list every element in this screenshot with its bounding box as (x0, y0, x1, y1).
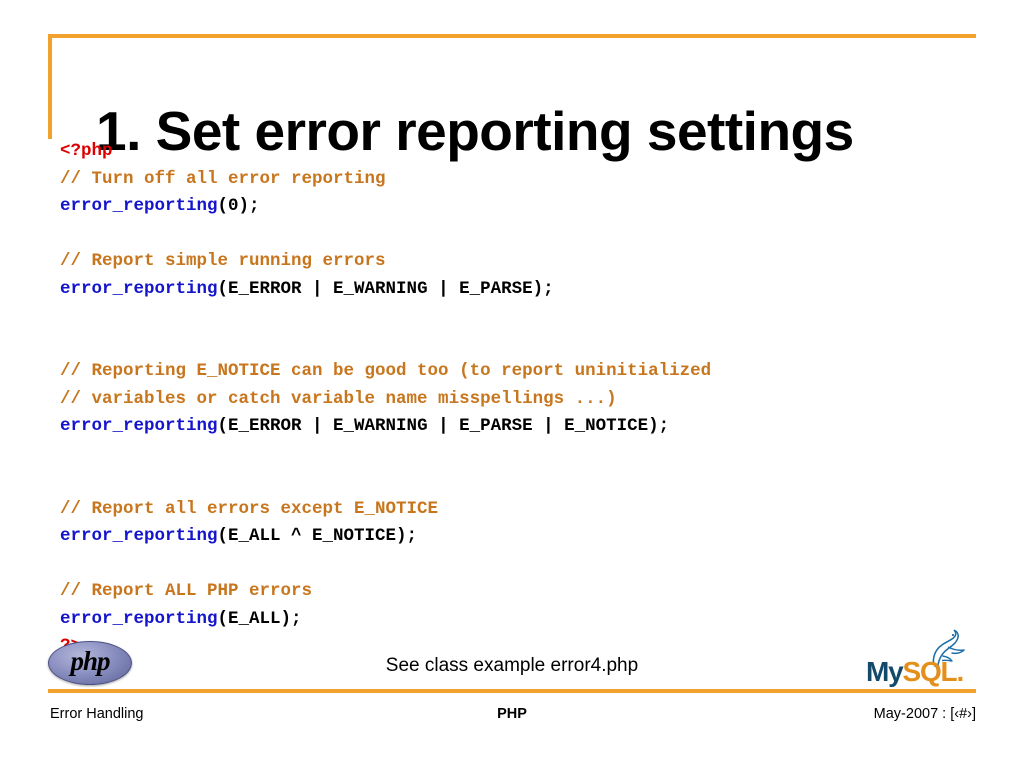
code-token: error_reporting (60, 416, 218, 436)
footer-divider (48, 689, 976, 693)
code-line: // Report simple running errors (60, 248, 990, 276)
code-token: (E_ERROR | E_WARNING | E_PARSE); (217, 278, 554, 299)
code-token: error_reporting (60, 608, 218, 629)
php-logo-wordmark: php (70, 646, 110, 676)
code-line: <?php (60, 138, 990, 166)
code-token: // Turn off all error reporting (60, 168, 386, 189)
code-line: error_reporting(E_ERROR | E_WARNING | E_… (60, 413, 990, 441)
code-token: // Report all errors except E_NOTICE (60, 498, 439, 519)
code-token: // Report ALL PHP errors (60, 581, 313, 601)
code-token: // Reporting E_NOTICE can be good too (t… (60, 361, 712, 381)
php-logo: php (48, 641, 132, 685)
code-line: // Turn off all error reporting (60, 166, 990, 194)
code-token: (E_ERROR | E_WARNING | E_PARSE | E_NOTIC… (217, 416, 670, 436)
slide-frame-top-rule (48, 34, 976, 38)
footer-topic-name: PHP (497, 706, 527, 722)
code-token: // Report simple running errors (60, 251, 386, 271)
code-token: error_reporting (60, 278, 218, 299)
mysql-logo: MySQL. (866, 628, 978, 686)
code-token: (0); (217, 196, 260, 216)
code-token: error_reporting (60, 526, 218, 546)
code-line: // Report all errors except E_NOTICE (60, 496, 990, 524)
code-line: error_reporting(0); (60, 193, 990, 221)
mysql-logo-my: My (866, 656, 904, 687)
footer-date-slide: May-2007 : [‹#›] (873, 706, 976, 722)
code-line: // Report ALL PHP errors (60, 578, 990, 606)
code-line: // Reporting E_NOTICE can be good too (t… (60, 358, 990, 386)
code-line: error_reporting(E_ALL ^ E_NOTICE); (60, 523, 990, 551)
code-token: <?php (60, 141, 113, 161)
mysql-logo-wordmark: MySQL. (866, 656, 965, 687)
code-token: error_reporting (60, 196, 218, 216)
slide-frame-left-rule (48, 34, 52, 139)
mysql-logo-sql: SQL. (902, 656, 965, 687)
code-line: error_reporting(E_ALL); (60, 606, 990, 634)
code-token: (E_ALL); (217, 608, 302, 629)
code-line: error_reporting(E_ERROR | E_WARNING | E_… (60, 276, 990, 304)
code-token: // variables or catch variable name miss… (60, 388, 617, 409)
code-line: // variables or catch variable name miss… (60, 386, 990, 414)
php-code-block: <?php // Turn off all error reporting erro… (60, 138, 990, 661)
code-token: (E_ALL ^ E_NOTICE); (217, 526, 418, 546)
